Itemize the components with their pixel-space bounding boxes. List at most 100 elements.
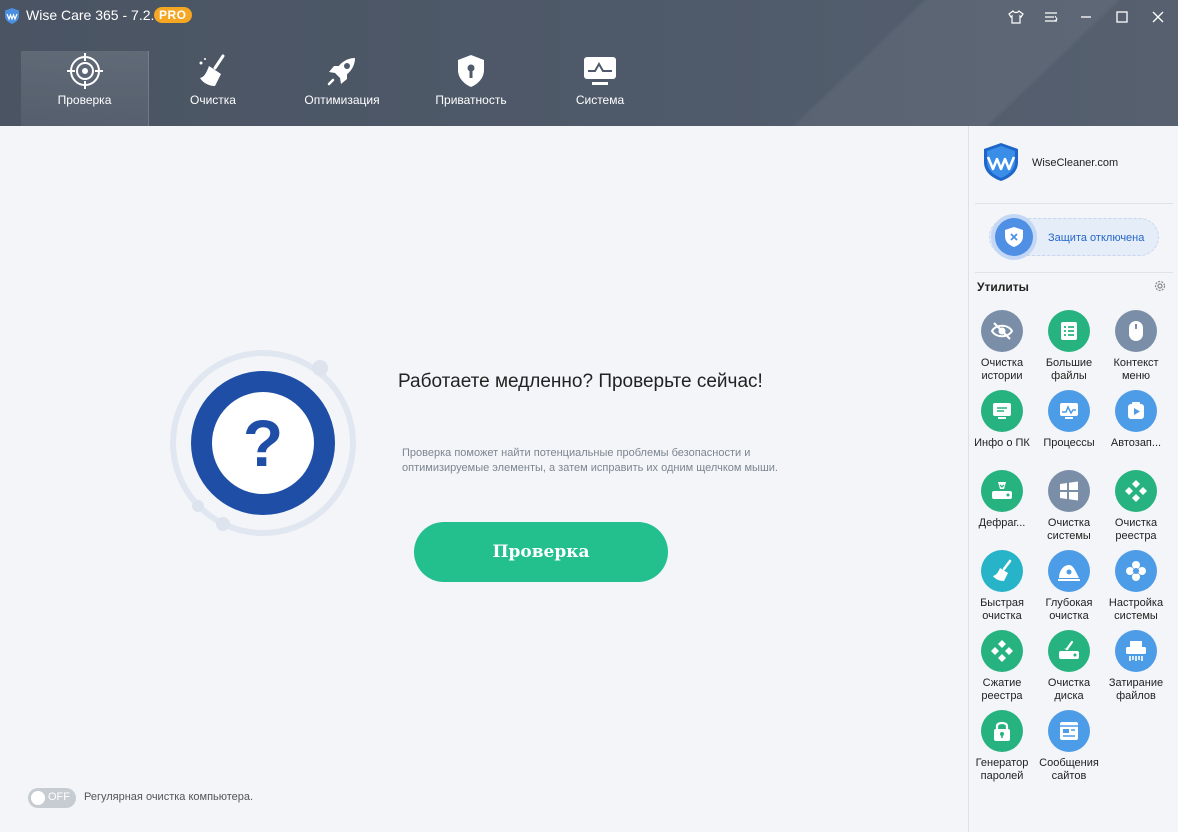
tool-context-menu[interactable]: Контекст меню	[1103, 310, 1169, 383]
tool-system-tuneup[interactable]: Настройка системы	[1103, 550, 1169, 623]
maximize-button[interactable]	[1110, 6, 1134, 28]
protection-status-text: Защита отключена	[1048, 232, 1145, 244]
close-icon	[1152, 11, 1164, 23]
utilities-sidebar: WiseCleaner.com Защита отключена Утилиты…	[968, 126, 1178, 832]
tool-label: Глубокая очистка	[1045, 597, 1093, 622]
tool-label: Сжатие реестра	[981, 677, 1023, 702]
password-lock-icon	[994, 721, 1010, 741]
gear-icon[interactable]	[1153, 279, 1167, 293]
tool-icon-bg	[981, 550, 1023, 592]
protection-shield	[995, 218, 1033, 256]
registry-icon	[1125, 480, 1147, 502]
divider	[975, 272, 1173, 273]
tab-label: Приватность	[435, 93, 507, 107]
tool-registry-clean[interactable]: Очистка реестра	[1103, 470, 1169, 543]
brand-link[interactable]: WiseCleaner.com	[1032, 157, 1118, 169]
minimize-button[interactable]	[1074, 6, 1098, 28]
tool-icon-bg	[981, 630, 1023, 672]
tool-autostart[interactable]: Автозап...	[1103, 390, 1169, 450]
tab-system[interactable]: Система	[536, 51, 664, 126]
file-list-icon	[1061, 322, 1077, 340]
tool-label: Быстрая очистка	[980, 597, 1024, 622]
tool-label: Дефраг...	[978, 517, 1026, 529]
tool-pc-info[interactable]: Инфо о ПК	[969, 390, 1035, 450]
main-panel: ? Работаете медленно? Проверьте сейчас! …	[0, 126, 968, 832]
settings-flower-icon	[1126, 561, 1146, 581]
toggle-label: Регулярная очистка компьютера.	[84, 791, 254, 803]
tool-disk-clean[interactable]: Очистка диска	[1036, 630, 1102, 703]
tool-system-clean[interactable]: Очистка системы	[1036, 470, 1102, 543]
tool-label: Настройка системы	[1108, 597, 1164, 622]
scheduled-clean-toggle[interactable]: OFF	[28, 788, 76, 808]
disk-defrag-icon	[992, 482, 1012, 499]
tool-label: Автозап...	[1110, 437, 1162, 449]
tool-defrag[interactable]: Дефраг...	[969, 470, 1035, 530]
skin-button[interactable]	[1004, 6, 1028, 28]
tool-registry-defrag[interactable]: Сжатие реестра	[969, 630, 1035, 703]
tab-check[interactable]: Проверка	[21, 51, 149, 126]
tool-label: Большие файлы	[1045, 357, 1093, 382]
tool-label: Сообщения сайтов	[1039, 757, 1099, 782]
tool-quick-clean[interactable]: Быстрая очистка	[969, 550, 1035, 623]
menu-icon	[1045, 12, 1058, 22]
tool-icon-bg	[1048, 710, 1090, 752]
vacuum-icon	[1058, 565, 1080, 581]
tool-icon-bg	[1048, 470, 1090, 512]
tool-icon-bg	[1048, 630, 1090, 672]
tab-privacy[interactable]: Приватность	[407, 51, 535, 126]
tool-icon-bg	[981, 710, 1023, 752]
tool-icon-bg	[981, 390, 1023, 432]
tab-label: Проверка	[57, 93, 112, 107]
tool-label: Затирание файлов	[1108, 677, 1164, 702]
mouse-icon	[1129, 321, 1143, 341]
tool-icon-bg	[1048, 310, 1090, 352]
tool-file-shredder[interactable]: Затирание файлов	[1103, 630, 1169, 703]
tool-password-generator[interactable]: Генератор паролей	[969, 710, 1035, 783]
tool-label: Очистка реестра	[1114, 517, 1158, 542]
tool-deep-clean[interactable]: Глубокая очистка	[1036, 550, 1102, 623]
tool-icon-bg	[1048, 390, 1090, 432]
tool-label: Контекст меню	[1113, 357, 1159, 382]
tool-icon-bg	[1115, 390, 1157, 432]
tab-optimize[interactable]: Оптимизация	[278, 51, 406, 126]
monitor-icon	[584, 57, 616, 85]
tool-history-clean[interactable]: Очистка истории	[969, 310, 1035, 383]
tool-icon-bg	[1115, 630, 1157, 672]
tool-label: Очистка системы	[1047, 517, 1091, 542]
title-bar: Wise Care 365 - 7.2.5 PRO	[0, 0, 1178, 34]
tab-clean[interactable]: Очистка	[149, 51, 277, 126]
headline: Работаете медленно? Проверьте сейчас!	[398, 371, 763, 392]
broom-icon	[199, 54, 225, 86]
app-logo-icon	[5, 8, 19, 24]
close-button[interactable]	[1146, 6, 1170, 28]
shredder-icon	[1126, 641, 1146, 661]
svg-text:?: ?	[243, 406, 283, 480]
process-monitor-icon	[1060, 403, 1078, 419]
main-nav: Проверка Очистка Оптимизация Приватность…	[0, 51, 1178, 126]
scan-button[interactable]: Проверка	[414, 522, 668, 582]
tool-icon-bg	[981, 310, 1023, 352]
tool-icon-bg	[1115, 310, 1157, 352]
tool-icon-bg	[1048, 550, 1090, 592]
menu-button[interactable]	[1039, 6, 1063, 28]
shield-x-icon	[1005, 227, 1023, 247]
web-message-icon	[1060, 722, 1078, 740]
eye-off-icon	[990, 322, 1014, 340]
tool-large-files[interactable]: Большие файлы	[1036, 310, 1102, 383]
question-mark-graphic: ?	[170, 350, 356, 536]
tool-processes[interactable]: Процессы	[1036, 390, 1102, 450]
divider	[975, 203, 1173, 204]
play-icon	[1128, 402, 1144, 419]
tool-site-notifications[interactable]: Сообщения сайтов	[1036, 710, 1102, 783]
minimize-icon	[1081, 16, 1091, 18]
registry-compress-icon	[991, 640, 1013, 662]
tool-label: Очистка диска	[1047, 677, 1091, 702]
tool-icon-bg	[1115, 470, 1157, 512]
pc-info-icon	[993, 403, 1011, 419]
shield-lock-icon	[458, 55, 484, 87]
toggle-knob	[31, 791, 45, 805]
description: Проверка поможет найти потенциальные про…	[402, 447, 778, 474]
broom-icon	[993, 559, 1012, 581]
tab-label: Система	[575, 93, 625, 107]
tools-title: Утилиты	[977, 280, 1029, 294]
